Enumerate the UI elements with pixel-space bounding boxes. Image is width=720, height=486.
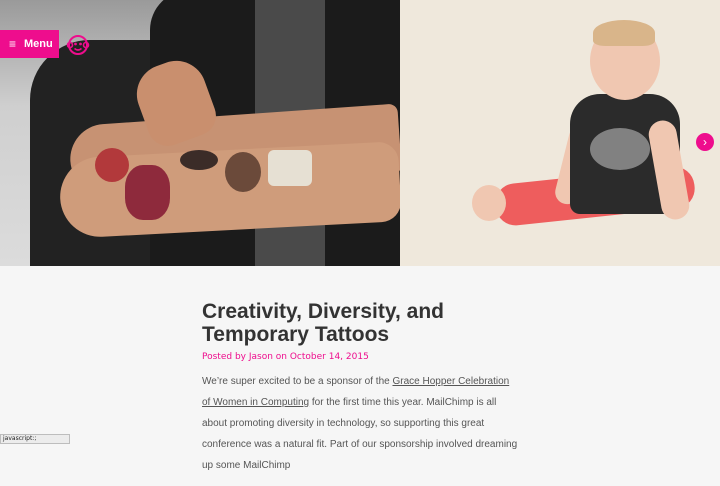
menu-button[interactable]: ≡ Menu bbox=[0, 30, 59, 58]
tattoo-label bbox=[268, 150, 312, 186]
monkey-logo-icon[interactable] bbox=[66, 33, 90, 57]
article: Creativity, Diversity, and Temporary Tat… bbox=[202, 300, 520, 486]
tattoo-bird bbox=[180, 150, 218, 170]
body-text-1: We’re super excited to be a sponsor of t… bbox=[202, 376, 393, 387]
tattooed-arm-photo bbox=[0, 0, 400, 266]
body-text-2: for the first time this year. MailChimp … bbox=[202, 397, 518, 471]
browser-status-bar: javascript:; bbox=[0, 434, 70, 444]
chevron-right-icon: › bbox=[703, 135, 707, 149]
hamburger-icon: ≡ bbox=[9, 37, 17, 51]
menu-label: Menu bbox=[24, 38, 53, 50]
baby-foot bbox=[472, 185, 506, 221]
article-title: Creativity, Diversity, and Temporary Tat… bbox=[202, 300, 444, 346]
tattoo-rose bbox=[95, 148, 129, 182]
article-body: We’re super excited to be a sponsor of t… bbox=[202, 371, 520, 476]
baby-photo bbox=[400, 0, 720, 266]
tattoo-mermaid bbox=[125, 165, 170, 220]
tattoo-portrait bbox=[225, 152, 261, 192]
baby-hair bbox=[593, 20, 655, 46]
article-meta: Posted by Jason on October 14, 2015 bbox=[202, 352, 369, 362]
hero-image-slider bbox=[0, 0, 720, 266]
slider-next-button[interactable]: › bbox=[696, 133, 714, 151]
shirt-print bbox=[590, 128, 650, 170]
